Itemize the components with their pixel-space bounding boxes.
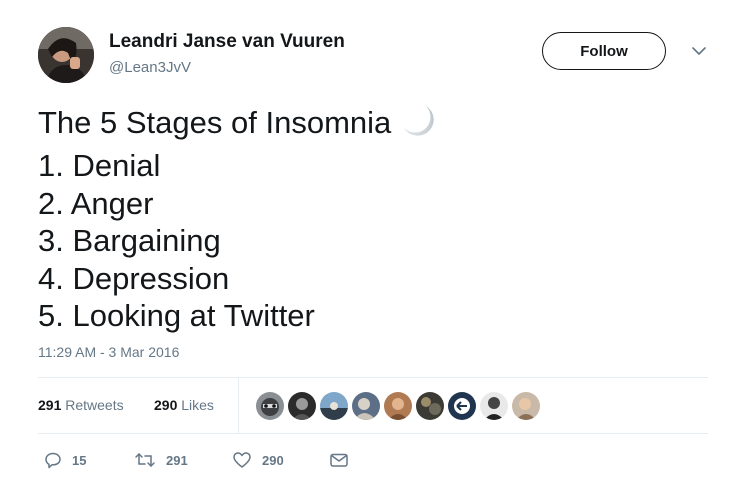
likes-label: Likes [181, 397, 214, 413]
tweet-line: 2. Anger [38, 185, 154, 221]
retweet-count: 291 [166, 452, 188, 468]
author-avatar[interactable] [38, 27, 94, 83]
liker-avatar[interactable] [320, 392, 348, 420]
tweet-timestamp[interactable]: 11:29 AM - 3 Mar 2016 [38, 344, 179, 360]
follow-button[interactable]: Follow [542, 32, 666, 70]
tweet-card: Leandri Janse van Vuuren @Lean3JvV Follo… [0, 0, 744, 504]
retweet-button[interactable]: 291 [134, 451, 188, 469]
tweet-line: 3. Bargaining [38, 223, 221, 259]
tweet-title-text: The 5 Stages of Insomnia [38, 105, 392, 140]
author-handle[interactable]: @Lean3JvV [109, 59, 191, 76]
heart-icon [233, 452, 251, 468]
reply-icon [45, 452, 61, 469]
likes-stat[interactable]: 290 Likes [154, 397, 214, 413]
reply-count: 15 [72, 452, 87, 468]
liker-avatar[interactable] [480, 392, 508, 420]
likes-count: 290 [154, 397, 178, 413]
stats-separator [238, 378, 239, 433]
author-name[interactable]: Leandri Janse van Vuuren [109, 31, 345, 53]
liker-avatar[interactable] [352, 392, 380, 420]
liker-avatar[interactable] [448, 392, 476, 420]
liker-avatar[interactable] [512, 392, 540, 420]
divider [38, 377, 708, 378]
tweet-line-title: The 5 Stages of Insomnia [38, 103, 437, 147]
divider [38, 433, 708, 434]
reply-button[interactable]: 15 [44, 451, 86, 469]
retweet-icon [135, 453, 155, 467]
liker-avatar[interactable] [288, 392, 316, 420]
like-button[interactable]: 290 [232, 451, 284, 469]
direct-message-button[interactable] [329, 451, 349, 469]
retweets-stat[interactable]: 291 Retweets [38, 397, 124, 413]
envelope-icon [330, 453, 348, 467]
retweets-count: 291 [38, 397, 62, 413]
tweet-text: The 5 Stages of Insomnia 1. Denial 2. An… [38, 103, 437, 334]
liker-avatar[interactable] [416, 392, 444, 420]
liker-avatar[interactable] [384, 392, 412, 420]
crescent-moon-emoji [401, 103, 437, 147]
tweet-line: 1. Denial [38, 148, 161, 184]
liker-avatar[interactable] [256, 392, 284, 420]
like-count: 290 [262, 452, 284, 468]
tweet-line: 4. Depression [38, 260, 230, 296]
chevron-down-icon[interactable] [690, 44, 708, 58]
tweet-line: 5. Looking at Twitter [38, 298, 315, 334]
retweets-label: Retweets [65, 397, 124, 413]
